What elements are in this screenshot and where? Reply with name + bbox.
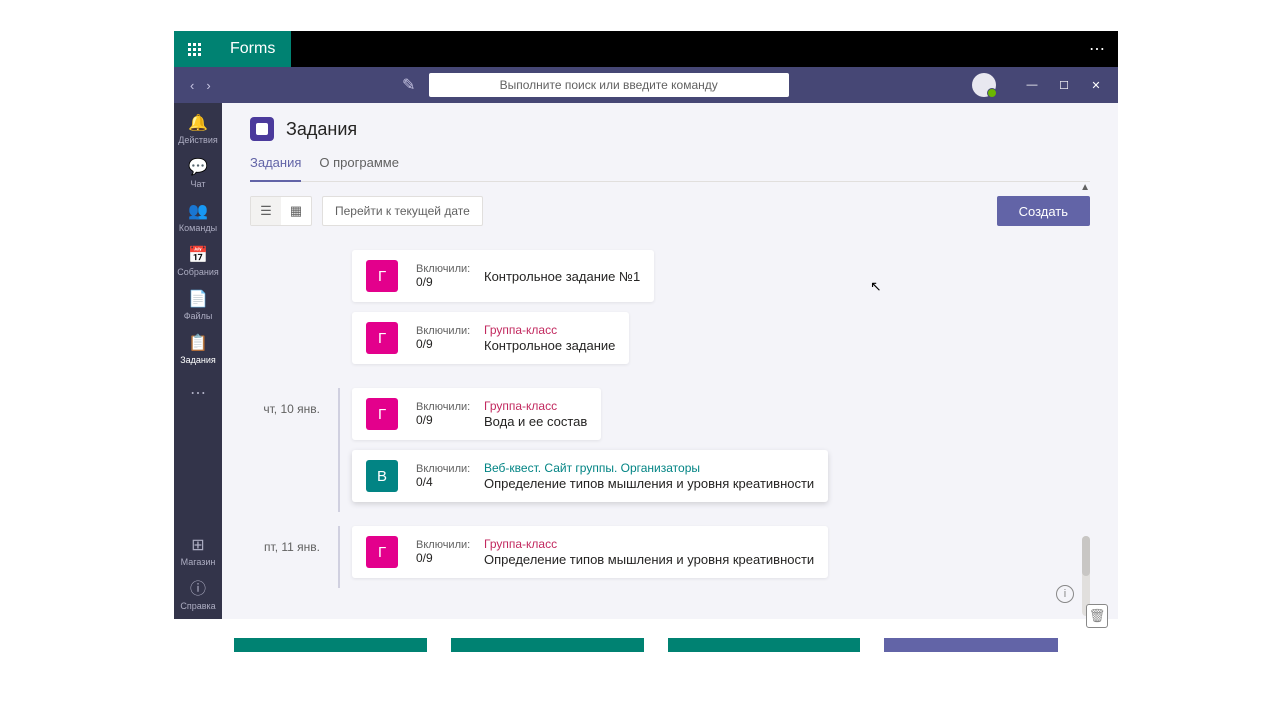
tab-assignments[interactable]: Задания [250,149,301,182]
search-input[interactable]: Выполните поиск или введите команду [429,73,789,97]
group-badge: Г [366,322,398,354]
teams-titlebar: ‹ › ✎ Выполните поиск или введите команд… [174,67,1118,103]
turned-in-label: Включили: [416,539,466,551]
rail-item-help[interactable]: ⓘСправка [174,575,222,619]
info-button[interactable]: i [1056,585,1074,603]
file-icon: 📄 [174,291,222,309]
date-label: пт, 11 янв. [250,526,338,588]
group-name: Группа-класс [484,399,587,413]
turned-in-label: Включили: [416,325,466,337]
nav-back-button[interactable]: ‹ [186,74,198,97]
group-badge: Г [366,398,398,430]
window-minimize-button[interactable]: — [1016,69,1048,101]
search-placeholder: Выполните поиск или введите команду [500,78,718,92]
group-name: Группа-класс [484,323,615,337]
waffle-icon [188,43,201,56]
app-rail: 🔔Действия 💬Чат 👥Команды 📅Собрания 📄Файлы… [174,103,222,619]
assignment-title: Определение типов мышления и уровня креа… [484,552,814,567]
view-grid-button[interactable]: ▦ [281,197,311,225]
assignment-card[interactable]: В Включили:0/4 Веб-квест. Сайт группы. Орг… [352,450,828,502]
rail-more-button[interactable]: ⋯ [190,373,206,413]
group-badge: Г [366,536,398,568]
assignment-card[interactable]: Г Включили:0/9 Контрольное задание №1 [352,250,654,302]
turned-in-label: Включили: [416,263,466,275]
group-name: Веб-квест. Сайт группы. Организаторы [484,461,814,475]
tab-about[interactable]: О программе [319,149,399,181]
assignments-app-icon [250,117,274,141]
group-name: Группа-класс [484,537,814,551]
assignment-card[interactable]: Г Включили:0/9 Группа-классОпределение тип… [352,526,828,578]
trash-icon[interactable]: 🗑 [1086,604,1108,628]
page-title: Задания [286,119,357,140]
forms-brand-label: Forms [214,31,291,67]
date-label [250,250,338,374]
rail-item-activity[interactable]: 🔔Действия [174,109,222,153]
scrollbar-thumb[interactable] [1082,536,1090,576]
window-close-button[interactable]: ✕ [1080,69,1112,101]
compose-icon[interactable]: ✎ [397,75,421,95]
assignment-card[interactable]: Г Включили:0/9 Группа-классВода и ее соста… [352,388,601,440]
group-badge: В [366,460,398,492]
turned-in-label: Включили: [416,401,466,413]
view-list-button[interactable]: ☰ [251,197,281,225]
turned-in-count: 0/9 [416,337,466,351]
assignment-title: Вода и ее состав [484,414,587,429]
assignment-title: Контрольное задание №1 [484,269,640,284]
thumbnail-strip [174,638,1118,652]
thumbnail[interactable] [234,638,427,652]
nav-forward-button[interactable]: › [202,74,214,97]
header-tabs: Задания О программе [250,149,1090,182]
scroll-up-caret[interactable]: ▲ [1080,182,1090,193]
rail-item-assignments[interactable]: 📋Задания [174,329,222,373]
chat-icon: 💬 [174,159,222,177]
assignment-title: Определение типов мышления и уровня креа… [484,476,814,491]
assignments-list[interactable]: ГВключили:0/9Контрольное задание №1ГВклю… [222,236,1118,619]
assignments-icon: 📋 [174,335,222,353]
rail-item-store[interactable]: ⊞Магазин [174,531,222,575]
store-icon: ⊞ [174,537,222,555]
rail-item-teams[interactable]: 👥Команды [174,197,222,241]
turned-in-count: 0/9 [416,275,466,289]
assignment-card[interactable]: Г Включили:0/9 Группа-классКонтрольное зад… [352,312,629,364]
view-toggle: ☰ ▦ [250,196,312,226]
topbar-more-button[interactable]: ⋯ [1078,39,1118,59]
help-icon: ⓘ [174,581,222,599]
window-maximize-button[interactable]: ☐ [1048,69,1080,101]
people-icon: 👥 [174,203,222,221]
rail-item-meetings[interactable]: 📅Собрания [174,241,222,285]
turned-in-label: Включили: [416,463,466,475]
app-launcher-button[interactable] [174,31,214,67]
thumbnail[interactable] [884,638,1058,652]
thumbnail[interactable] [451,638,644,652]
calendar-icon: 📅 [174,247,222,265]
create-button[interactable]: Создать [997,196,1090,226]
rail-item-files[interactable]: 📄Файлы [174,285,222,329]
office-topbar: Forms ⋯ [174,31,1118,67]
assignment-title: Контрольное задание [484,338,615,353]
turned-in-count: 0/4 [416,475,466,489]
thumbnail[interactable] [668,638,861,652]
user-avatar[interactable] [972,73,996,97]
bell-icon: 🔔 [174,115,222,133]
group-badge: Г [366,260,398,292]
date-label: чт, 10 янв. [250,388,338,512]
goto-today-button[interactable]: Перейти к текущей дате [322,196,483,226]
turned-in-count: 0/9 [416,413,466,427]
rail-item-chat[interactable]: 💬Чат [174,153,222,197]
turned-in-count: 0/9 [416,551,466,565]
